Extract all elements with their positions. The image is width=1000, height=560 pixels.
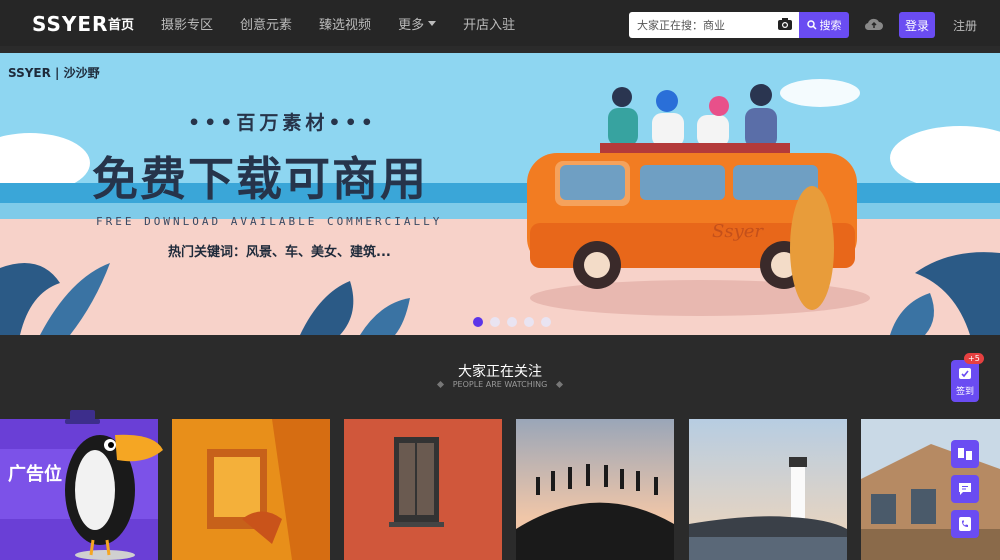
section-subtitle-row: PEOPLE ARE WATCHING bbox=[0, 380, 1000, 389]
search-button-label: 搜索 bbox=[819, 19, 842, 32]
section-title: 大家正在关注 bbox=[458, 364, 542, 380]
section-subtitle: PEOPLE ARE WATCHING bbox=[452, 380, 548, 389]
carousel-dot[interactable] bbox=[507, 317, 517, 327]
orange-architecture-image bbox=[172, 419, 330, 560]
nav-item-photography[interactable]: 摄影专区 bbox=[161, 14, 213, 33]
main-nav: 首页 摄影专区 创意元素 臻选视频 更多 开店入驻 bbox=[108, 0, 542, 46]
translate-icon bbox=[958, 448, 972, 460]
diamond-icon bbox=[556, 380, 564, 389]
thumbnail-lighthouse[interactable] bbox=[689, 419, 847, 560]
nav-item-creative[interactable]: 创意元素 bbox=[240, 14, 292, 33]
carousel-dots bbox=[473, 317, 558, 327]
ad-label: 广告位 bbox=[8, 464, 62, 485]
nav-item-more-label: 更多 bbox=[398, 17, 425, 33]
nav-item-more[interactable]: 更多 bbox=[398, 14, 437, 33]
house-image bbox=[861, 419, 1000, 560]
banner-brand: SSYER | 沙沙野 bbox=[8, 66, 100, 80]
toucan-mascot[interactable] bbox=[55, 405, 165, 560]
register-link[interactable]: 注册 bbox=[953, 17, 977, 34]
banner-tagline: •••百万素材••• bbox=[188, 112, 377, 134]
search-button[interactable]: 搜索 bbox=[799, 12, 849, 38]
login-button[interactable]: 登录 bbox=[899, 12, 935, 38]
diamond-icon bbox=[436, 380, 444, 389]
camera-icon[interactable] bbox=[777, 17, 793, 31]
sign-in-widget[interactable]: 签到 bbox=[951, 360, 979, 402]
van-brand-text: Ssyer bbox=[712, 221, 764, 242]
search-input[interactable] bbox=[629, 13, 769, 37]
chevron-down-icon bbox=[428, 20, 437, 26]
thumbnail-silhouettes[interactable] bbox=[516, 419, 674, 560]
site-logo[interactable]: SSYER bbox=[32, 12, 108, 36]
lighthouse-image bbox=[689, 419, 847, 560]
nav-item-open-store[interactable]: 开店入驻 bbox=[463, 14, 515, 33]
banner-headline: 免费下载可商用 bbox=[92, 152, 428, 206]
carousel-dot[interactable] bbox=[541, 317, 551, 327]
banner-subline: FREE DOWNLOAD AVAILABLE COMMERCIALLY bbox=[96, 215, 443, 228]
nav-item-video[interactable]: 臻选视频 bbox=[319, 14, 371, 33]
search-box bbox=[629, 12, 799, 38]
phone-icon bbox=[959, 517, 971, 531]
carousel-dot[interactable] bbox=[490, 317, 500, 327]
thumbnail-orange-architecture[interactable] bbox=[172, 419, 330, 560]
thumbnail-red-wall-window[interactable] bbox=[344, 419, 502, 560]
top-navbar: SSYER 首页 摄影专区 创意元素 臻选视频 更多 开店入驻 搜索 登录 注册 bbox=[0, 0, 1000, 46]
red-wall-window-image bbox=[344, 419, 502, 560]
silhouettes-image bbox=[516, 419, 674, 560]
nav-item-home[interactable]: 首页 bbox=[108, 14, 134, 33]
translate-button[interactable] bbox=[951, 440, 979, 468]
hot-keywords: 热门关键词：风景、车、美女、建筑... bbox=[168, 245, 391, 260]
hero-banner[interactable]: Ssyer SSYER | 沙沙野 •••百万素材••• 免费下载可商用 FRE… bbox=[0, 53, 1000, 335]
calendar-check-icon bbox=[959, 368, 971, 379]
chat-icon bbox=[959, 483, 971, 495]
carousel-dot[interactable] bbox=[473, 317, 483, 327]
carousel-dot[interactable] bbox=[524, 317, 534, 327]
thumbnail-house[interactable] bbox=[861, 419, 1000, 560]
sign-in-label: 签到 bbox=[955, 387, 974, 397]
sign-in-badge: +5 bbox=[964, 353, 984, 364]
search-icon bbox=[806, 20, 817, 30]
phone-button[interactable] bbox=[951, 510, 979, 538]
chat-button[interactable] bbox=[951, 475, 979, 503]
cloud-upload-icon[interactable] bbox=[864, 16, 884, 32]
